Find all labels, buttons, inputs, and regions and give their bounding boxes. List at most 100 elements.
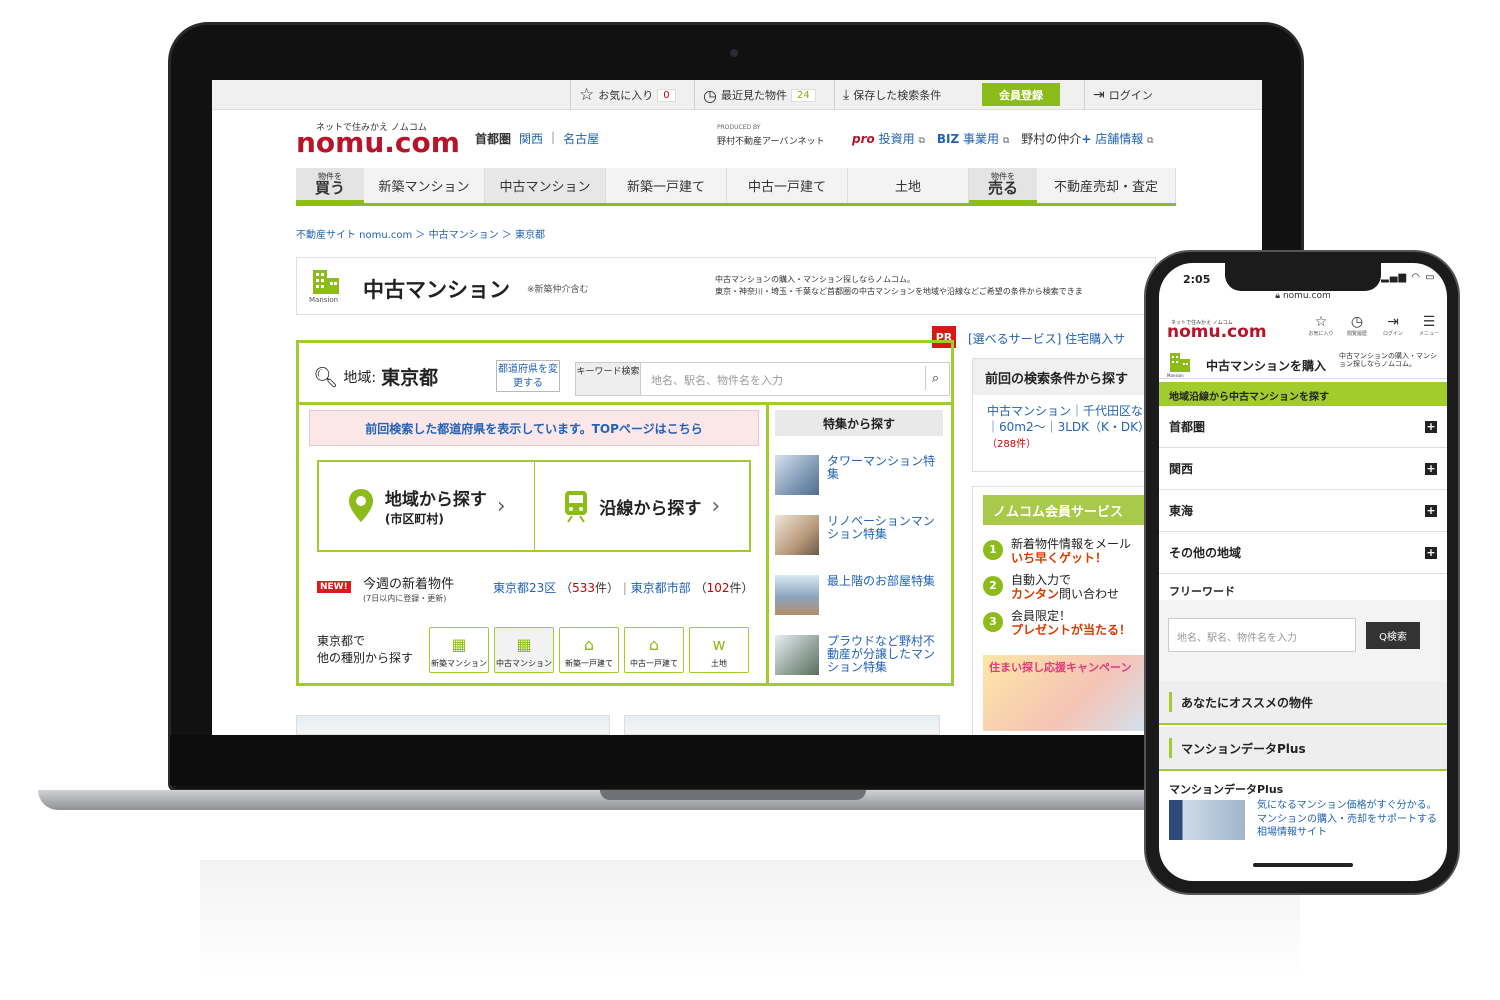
type-land-button[interactable]: ᴡ 土地 xyxy=(689,627,749,673)
reflection xyxy=(200,860,1300,980)
type-used-mansion-button[interactable]: ▦ 中古マンション xyxy=(494,627,554,673)
site-logo[interactable]: nomu.com xyxy=(296,126,460,159)
previous-search-link[interactable]: 中古マンション｜千代田区など｜60m2〜｜3LDK（K・DK） （288件） xyxy=(973,395,1171,460)
previous-search-box: 前回の検索条件から探す 中古マンション｜千代田区など｜60m2〜｜3LDK（K・… xyxy=(972,358,1172,472)
favorites-link[interactable]: ☆ お気に入り 0 xyxy=(570,80,676,110)
phone-region-other[interactable]: その他の地域 + xyxy=(1159,532,1447,574)
type-used-house-button[interactable]: ⌂ 中古一戸建て xyxy=(624,627,684,673)
nav-new-mansion[interactable]: 新築マンション xyxy=(364,168,485,203)
utility-bar: ☆ お気に入り 0 ◷ 最近見た物件 24 ⤓ 保存した検索条件 会員登録 ⇥ … xyxy=(212,80,1262,110)
campaign-banner[interactable]: 住まい探し応援キャンペーン xyxy=(983,655,1163,731)
change-prefecture-button[interactable]: 都道府県を変更する xyxy=(496,360,560,392)
new-listings-title: 今週の新着物件 xyxy=(363,577,455,592)
header-links: pro 投資用 ⧉ BIZ 事業用 ⧉ 野村の仲介+ 店舗情報 ⧉ xyxy=(852,130,1153,147)
phone-region-tokai[interactable]: 東海 + xyxy=(1159,490,1447,532)
features-heading: 特集から探す xyxy=(775,410,943,436)
search-icon: 🔍︎ xyxy=(313,364,339,389)
bottom-card[interactable] xyxy=(296,715,610,735)
new-listings-links: 東京都23区 （533件） | 東京都市部 （102件） xyxy=(493,581,754,595)
search-panel: 🔍︎ 地域: 東京都 都道府県を変更する キーワード検索 地名、駅名、物件名を入… xyxy=(296,340,954,686)
phone-region-shutoken[interactable]: 首都圏 + xyxy=(1159,406,1447,448)
phone-section-title: 中古マンションを購入 xyxy=(1206,359,1327,373)
previous-search-heading: 前回の検索条件から探す xyxy=(973,359,1171,395)
nav-new-house[interactable]: 新築一戸建て xyxy=(606,168,727,203)
phone-history-button[interactable]: ◷ 閲覧履歴 xyxy=(1343,315,1371,337)
laptop-bezel xyxy=(170,735,1302,785)
phone-search-button[interactable]: Q検索 xyxy=(1366,622,1420,649)
star-icon: ☆ xyxy=(1314,314,1328,330)
member-benefit-1: 1 新着物件情報をメール いち早くゲット！ xyxy=(983,537,1131,566)
bottom-card[interactable] xyxy=(624,715,940,735)
signal-wifi-battery-icon: ▂▄▆ ◠ ▭ xyxy=(1381,272,1436,283)
building-icon: ▦ xyxy=(516,635,532,654)
phone-data-plus-image xyxy=(1169,800,1245,840)
laptop-camera xyxy=(730,49,738,57)
building-icon: ▦ xyxy=(451,635,467,654)
business-link[interactable]: BIZ 事業用 ⧉ xyxy=(937,130,1009,147)
nav-used-house[interactable]: 中古一戸建て xyxy=(727,168,848,203)
page-title-box: Mansion 中古マンション ※新築仲介含む 中古マンションの購入・マンション… xyxy=(296,257,1156,315)
phone-data-plus-bar[interactable]: マンションデータPlus xyxy=(1159,727,1447,771)
phone-data-plus-link[interactable]: 気になるマンション価格がすぐ分かる。マンションの購入・売却をサポートする相場情報… xyxy=(1257,799,1437,840)
land-icon: ᴡ xyxy=(712,635,726,654)
external-link-icon: ⧉ xyxy=(1002,136,1010,146)
phone-freeword-label: フリーワード xyxy=(1169,585,1235,598)
keyword-label: キーワード検索 xyxy=(575,362,641,396)
plus-icon: + xyxy=(1425,461,1437,475)
clock-icon: ◷ xyxy=(703,85,717,105)
phone-freeword-input[interactable]: 地名、駅名、物件名を入力 xyxy=(1168,618,1356,652)
type-new-mansion-button[interactable]: ▦ 新築マンション xyxy=(429,627,489,673)
login-icon: ⇥ xyxy=(1093,87,1105,103)
nav-land[interactable]: 土地 xyxy=(848,168,969,203)
phone-region-kansai[interactable]: 関西 + xyxy=(1159,448,1447,490)
recent-viewed-link[interactable]: ◷ 最近見た物件 24 xyxy=(694,80,816,110)
invest-link[interactable]: pro 投資用 ⧉ xyxy=(852,130,925,147)
new-count-city: 102 xyxy=(706,581,730,595)
region-link-nagoya[interactable]: 名古屋 xyxy=(563,130,599,147)
store-info-link[interactable]: 野村の仲介+ 店舗情報 ⧉ xyxy=(1021,130,1153,147)
plus-icon: + xyxy=(1425,419,1437,433)
nav-used-mansion[interactable]: 中古マンション xyxy=(485,168,606,203)
feature-proud[interactable]: プラウドなど野村不動産が分譲したマンション特集 xyxy=(775,634,945,679)
feature-tower[interactable]: タワーマンション特集 xyxy=(775,454,945,499)
feature-proud-image xyxy=(775,635,819,675)
feature-renovation[interactable]: リノベーションマンション特集 xyxy=(775,514,945,559)
produced-by-name: 野村不動産アーバンネット xyxy=(717,137,825,147)
phone-menu-button[interactable]: ☰ メニュー xyxy=(1415,315,1443,337)
mansion-icon xyxy=(1170,353,1190,372)
phone-url-bar[interactable]: 🔒︎ nomu.com xyxy=(1159,291,1447,301)
favorites-count: 0 xyxy=(657,88,676,102)
type-new-house-button[interactable]: ⌂ 新築一戸建て xyxy=(559,627,619,673)
phone-recommend-bar[interactable]: あなたにオススメの物件 xyxy=(1159,681,1447,725)
mansion-icon xyxy=(313,270,339,294)
feature-renovation-image xyxy=(775,515,819,555)
nav-sell-label: 物件を 売る xyxy=(969,168,1037,203)
region-link-kansai[interactable]: 関西 xyxy=(519,130,543,147)
panel-divider xyxy=(299,402,951,405)
star-icon: ☆ xyxy=(579,85,595,105)
phone-login-button[interactable]: ⇥ ログイン xyxy=(1379,315,1407,337)
feature-top-floor[interactable]: 最上階のお部屋特集 xyxy=(775,574,945,619)
pr-link[interactable]: [選べるサービス] 住宅購入サ xyxy=(968,330,1125,347)
register-button[interactable]: 会員登録 xyxy=(982,83,1060,106)
nav-sell-appraisal[interactable]: 不動産売却・査定 xyxy=(1037,168,1176,203)
chevron-right-icon: › xyxy=(711,493,721,519)
member-benefit-3: 3 会員限定！ プレゼントが当たる！ xyxy=(983,609,1131,638)
breadcrumb[interactable]: 不動産サイト nomu.com ＞ 中古マンション ＞ 東京都 xyxy=(296,226,545,241)
keyword-search-icon[interactable]: ⌕ xyxy=(925,366,945,390)
login-link[interactable]: ⇥ ログイン xyxy=(1084,80,1153,110)
region-label: 🔍︎ 地域: 東京都 xyxy=(313,364,439,390)
train-icon xyxy=(565,491,588,523)
saved-searches-link[interactable]: ⤓ 保存した検索条件 xyxy=(834,80,941,110)
laptop-hinge xyxy=(600,790,866,800)
search-by-area-button[interactable]: 地域から探す (市区町村) › xyxy=(319,462,534,550)
new-link-city[interactable]: 東京都市部 xyxy=(631,581,691,595)
nav-buy-label: 物件を 買う xyxy=(296,168,364,203)
member-service-heading: ノムコム会員サービス xyxy=(983,495,1163,525)
phone-logo[interactable]: nomu.com xyxy=(1167,322,1267,342)
search-by-line-button[interactable]: 沿線から探す › xyxy=(533,462,750,550)
new-link-23ku[interactable]: 東京都23区 xyxy=(493,581,556,595)
phone-favorites-button[interactable]: ☆ お気に入り xyxy=(1307,315,1335,337)
prefecture-notice[interactable]: 前回検索した都道府県を表示しています。TOPページはこちら xyxy=(309,410,759,446)
keyword-input[interactable]: 地名、駅名、物件名を入力 xyxy=(640,362,950,396)
